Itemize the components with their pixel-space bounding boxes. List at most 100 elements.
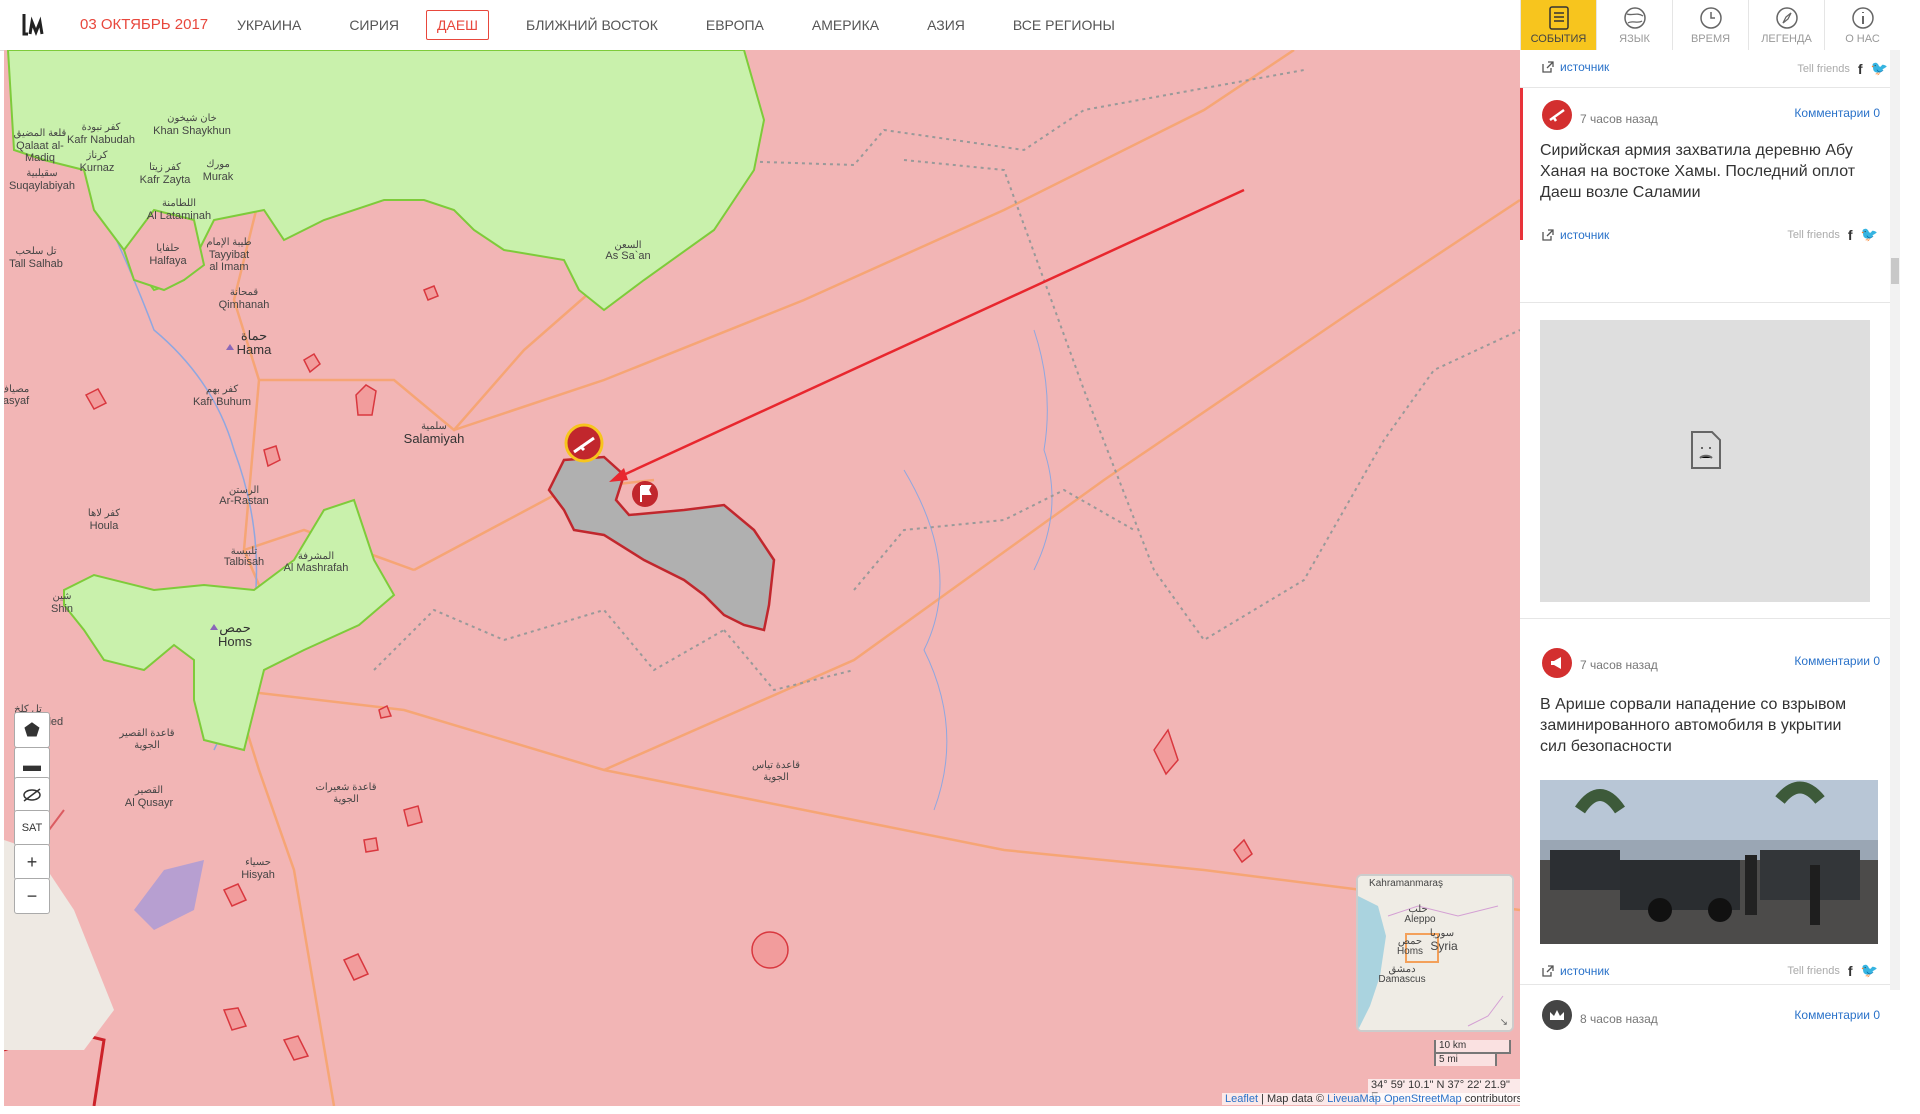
event-photo[interactable]: [1540, 780, 1878, 944]
leaflet-link[interactable]: Leaflet: [1225, 1093, 1258, 1105]
source-label: источник: [1560, 964, 1610, 978]
minimap-label: Homs: [1396, 946, 1424, 957]
map-label: خان شيخون: [167, 113, 217, 124]
event-time: 7 часов назад: [1580, 658, 1658, 672]
map-label: Tall Salhab: [9, 258, 63, 270]
twitter-icon[interactable]: 🐦: [1861, 226, 1878, 243]
map-label: حسياء: [245, 857, 271, 868]
minimap-label: Kahramanmaraş: [1369, 878, 1443, 889]
map-label: كفر لاها: [87, 508, 121, 519]
tell-friends-label: Tell friends: [1787, 964, 1840, 977]
map-label: شين: [52, 591, 72, 602]
map-label: Khan Shaykhun: [153, 125, 231, 137]
draw-polygon-button[interactable]: ⬟: [14, 712, 50, 748]
map-label: Hisyah: [241, 869, 275, 881]
minimap-toggle-icon[interactable]: ↘: [1500, 1017, 1508, 1028]
minimap[interactable]: Kahramanmaraş حلب Aleppo سوريا Syria حمص…: [1356, 874, 1514, 1032]
facebook-icon[interactable]: f: [1858, 61, 1863, 77]
divider: [1520, 302, 1890, 303]
broken-document-icon: [1691, 431, 1721, 469]
map-label: سقيلبية: [26, 168, 58, 179]
source-link[interactable]: источник: [1542, 228, 1609, 242]
map-label: Houla: [89, 520, 119, 532]
map-label: Qimhanah: [218, 299, 270, 311]
event-card[interactable]: 8 часов назад Комментарии 0: [1520, 984, 1890, 1044]
map-label: Halfaya: [149, 255, 187, 267]
facebook-icon[interactable]: f: [1848, 227, 1853, 243]
tab-events[interactable]: СОБЫТИЯ: [1520, 0, 1596, 50]
liveuamap-link[interactable]: LiveuaMap: [1327, 1093, 1381, 1105]
region-isis[interactable]: ДАЕШ: [426, 10, 489, 40]
megaphone-icon: [1542, 648, 1572, 678]
minimap-label: Syria: [1430, 939, 1458, 953]
liveuamap-logo[interactable]: [18, 10, 48, 40]
embedded-media-placeholder: [1540, 320, 1870, 602]
external-link-icon: [1542, 61, 1554, 73]
minimap-label: Aleppo: [1404, 914, 1436, 925]
source-link[interactable]: источник: [1542, 60, 1609, 74]
event-card[interactable]: 7 часов назад Комментарии 0 В Арише сорв…: [1520, 618, 1890, 979]
map-label-city: Salamiyah: [403, 431, 465, 446]
map-label: Murak: [202, 171, 234, 183]
tab-time[interactable]: ВРЕМЯ: [1672, 0, 1748, 50]
tab-label: ВРЕМЯ: [1690, 33, 1731, 45]
map-label: Al Qusayr: [124, 797, 174, 809]
tab-label: ЛЕГЕНДА: [1761, 33, 1812, 45]
map-label: As Sa`an: [605, 250, 651, 262]
tab-about[interactable]: О НАС: [1824, 0, 1900, 50]
map-label: القصير: [134, 785, 164, 796]
map-canvas[interactable]: كفر نبودة Kafr Nabudah خان شيخون Khan Sh…: [4, 50, 1520, 1106]
region-all[interactable]: ВСЕ РЕГИОНЫ: [1002, 10, 1126, 40]
facebook-icon[interactable]: f: [1848, 963, 1853, 979]
tell-friends-label: Tell friends: [1797, 62, 1850, 75]
region-middle-east[interactable]: БЛИЖНИЙ ВОСТОК: [515, 10, 669, 40]
event-card[interactable]: 7 часов назад Комментарии 0 Сирийская ар…: [1520, 88, 1890, 302]
osm-link[interactable]: OpenStreetMap: [1384, 1093, 1462, 1105]
map-label: كفر زيتا: [149, 162, 181, 173]
scale-mi: 5 mi: [1434, 1052, 1497, 1066]
map-label: حلفايا: [156, 243, 180, 254]
map-label-city: Homs: [218, 634, 252, 649]
feed-scrollbar[interactable]: [1890, 50, 1900, 990]
comments-link[interactable]: Комментарии 0: [1794, 1008, 1880, 1022]
tab-legend[interactable]: ЛЕГЕНДА: [1748, 0, 1824, 50]
info-icon: [1851, 7, 1874, 29]
comments-link[interactable]: Комментарии 0: [1794, 654, 1880, 668]
zoom-out-button[interactable]: −: [14, 878, 50, 914]
map-label: Kafr Zayta: [139, 174, 191, 186]
map-attribution: Leaflet | Map data © LiveuaMap OpenStree…: [1222, 1093, 1520, 1105]
twitter-icon[interactable]: 🐦: [1871, 60, 1888, 77]
region-asia[interactable]: АЗИЯ: [916, 10, 976, 40]
event-time: 7 часов назад: [1580, 112, 1658, 126]
feed-scrollbar-thumb[interactable]: [1891, 258, 1899, 284]
zoom-in-button[interactable]: +: [14, 844, 50, 880]
share-bar: Tell friends f 🐦: [1797, 60, 1888, 77]
current-date[interactable]: 03 ОКТЯБРЬ 2017: [80, 16, 208, 33]
map-label: كفر نبودة: [81, 122, 121, 133]
region-america[interactable]: АМЕРИКА: [801, 10, 890, 40]
event-text[interactable]: Сирийская армия захватила деревню Абу Ха…: [1540, 140, 1870, 203]
scale-bar: 10 km 5 mi: [1434, 1040, 1511, 1066]
share-bar: Tell friends f 🐦: [1787, 962, 1878, 979]
region-ukraine[interactable]: УКРАИНА: [226, 10, 312, 40]
map-label: طيبة الإمام: [206, 237, 252, 248]
twitter-icon[interactable]: 🐦: [1861, 962, 1878, 979]
region-syria[interactable]: СИРИЯ: [338, 10, 410, 40]
source-link[interactable]: источник: [1542, 964, 1609, 978]
comments-link[interactable]: Комментарии 0: [1794, 106, 1880, 120]
map-label: Kurnaz: [79, 162, 115, 174]
minimap-layer: [1358, 876, 1512, 1030]
list-icon: [1548, 6, 1569, 30]
tab-language[interactable]: ЯЗЫК: [1596, 0, 1672, 50]
map-label: مورك: [206, 159, 230, 170]
event-time: 8 часов назад: [1580, 1012, 1658, 1026]
hide-layer-button[interactable]: [14, 777, 50, 813]
satellite-toggle[interactable]: SAT: [14, 810, 50, 846]
map-label: تل سلحب: [15, 246, 57, 257]
tab-label: О НАС: [1845, 33, 1880, 45]
map-label: قاعدة تياس الجوية: [751, 760, 801, 783]
event-text[interactable]: В Арише сорвали нападение со взрывом зам…: [1540, 694, 1870, 757]
map-label: قمحانة: [229, 287, 259, 298]
map-label-city: Hama: [236, 342, 272, 357]
region-europe[interactable]: ЕВРОПА: [695, 10, 775, 40]
